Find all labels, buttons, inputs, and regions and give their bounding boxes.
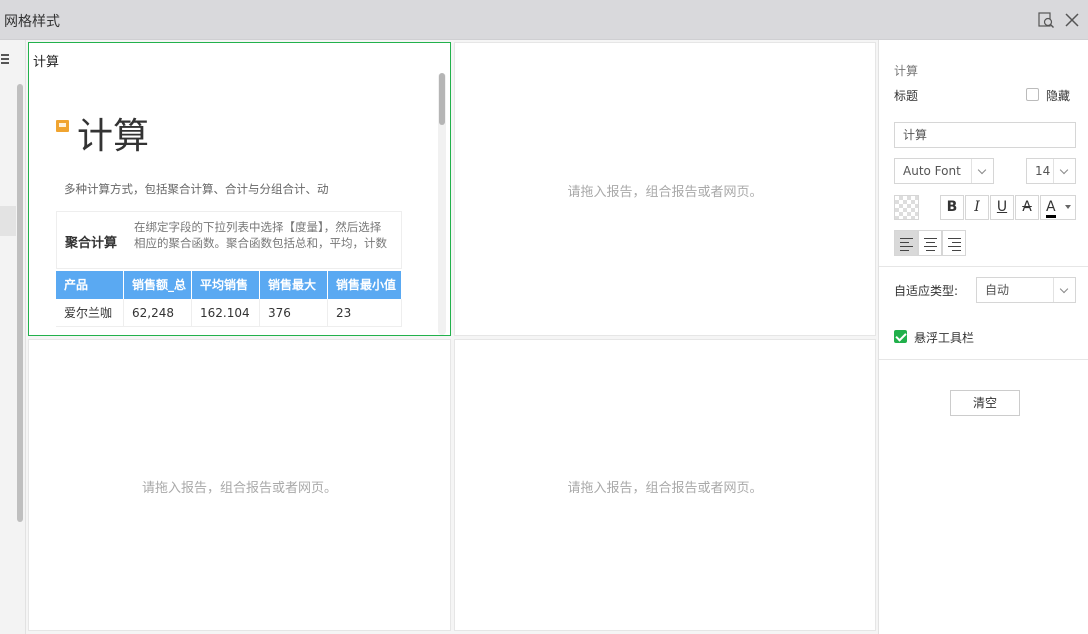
hide-label: 隐藏 <box>1046 89 1071 103</box>
sidebar-selected-item[interactable] <box>0 206 16 236</box>
adapt-type-label: 自适应类型: <box>894 284 959 298</box>
left-sidebar <box>0 40 26 634</box>
title-bar: 网格样式 <box>0 0 1088 40</box>
preview-icon[interactable] <box>1037 11 1055 29</box>
chevron-down-icon[interactable] <box>1053 159 1075 183</box>
summary-text-line: 在绑定字段的下拉列表中选择【度量】，然后选择 <box>134 220 382 234</box>
summary-label: 聚合计算 <box>65 236 118 251</box>
font-size-select[interactable]: 14 <box>1026 158 1076 184</box>
strikethrough-button[interactable]: A <box>1015 195 1039 220</box>
report-big-title: 计算 <box>77 116 150 157</box>
section-label: 计算 <box>894 64 919 78</box>
chevron-down-icon[interactable] <box>971 159 993 183</box>
underline-button[interactable]: U <box>990 195 1014 220</box>
table-cell: 62,248 <box>124 299 192 326</box>
float-toolbar-label: 悬浮工具栏 <box>914 331 975 345</box>
italic-button[interactable]: I <box>965 195 989 220</box>
properties-panel: 计算 标题 隐藏 计算 Auto Font 14 B I U A A 自适应类型… <box>878 40 1088 634</box>
table-cell: 162.104 <box>192 299 260 326</box>
column-header[interactable]: 销售最小值 <box>328 271 402 299</box>
table-cell: 爱尔兰咖 <box>56 299 124 326</box>
summary-text: 在绑定字段的下拉列表中选择【度量】，然后选择 相应的聚合函数。聚合函数包括总和，… <box>134 219 402 251</box>
close-icon[interactable] <box>1063 11 1081 29</box>
adapt-type-value: 自动 <box>985 283 1010 297</box>
chevron-down-icon[interactable] <box>1053 278 1075 302</box>
table-cell: 23 <box>328 299 402 326</box>
align-right-button[interactable] <box>942 230 966 256</box>
font-family-value: Auto Font <box>903 164 961 178</box>
chevron-down-icon <box>1065 205 1071 209</box>
cell-scrollbar[interactable] <box>439 73 445 125</box>
sidebar-scrollbar[interactable] <box>17 84 23 522</box>
menu-icon[interactable] <box>1 54 9 66</box>
grid-cell-bottom-right[interactable]: 请拖入报告，组合报告或者网页。 <box>454 339 876 631</box>
font-family-select[interactable]: Auto Font <box>894 158 994 184</box>
drop-placeholder: 请拖入报告，组合报告或者网页。 <box>567 185 763 200</box>
title-input[interactable]: 计算 <box>894 122 1076 148</box>
float-toolbar-checkbox[interactable] <box>894 330 907 343</box>
fill-color-button[interactable] <box>894 195 919 220</box>
clear-button[interactable]: 清空 <box>950 390 1020 416</box>
table-cell: 376 <box>260 299 328 326</box>
window-title: 网格样式 <box>4 14 60 30</box>
adapt-type-select[interactable]: 自动 <box>976 277 1076 303</box>
column-header[interactable]: 销售最大 <box>260 271 328 299</box>
summary-text-line: 相应的聚合函数。聚合函数包括总和，平均，计数 <box>134 236 387 250</box>
divider <box>879 266 1088 267</box>
title-label: 标题 <box>894 89 919 103</box>
grid-cell-bottom-left[interactable]: 请拖入报告，组合报告或者网页。 <box>28 339 451 631</box>
summary-box: 聚合计算 在绑定字段的下拉列表中选择【度量】，然后选择 相应的聚合函数。聚合函数… <box>56 211 402 269</box>
grid-cell-top-right[interactable]: 请拖入报告，组合报告或者网页。 <box>454 42 876 336</box>
column-header[interactable]: 销售额_总 <box>124 271 192 299</box>
hide-checkbox[interactable] <box>1026 88 1039 101</box>
grid-area: 计算 计算 多种计算方式，包括聚合计算、合计与分组合计、动 聚合计算 在绑定字段… <box>26 40 878 634</box>
bold-button[interactable]: B <box>940 195 964 220</box>
report-icon <box>56 120 69 132</box>
report-description: 多种计算方式，包括聚合计算、合计与分组合计、动 <box>64 182 329 196</box>
drop-placeholder: 请拖入报告，组合报告或者网页。 <box>567 481 763 496</box>
grid-cell-top-left[interactable]: 计算 计算 多种计算方式，包括聚合计算、合计与分组合计、动 聚合计算 在绑定字段… <box>28 42 451 336</box>
cell-title: 计算 <box>33 55 60 70</box>
data-table: 产品 销售额_总 平均销售 销售最大 销售最小值 爱尔兰咖 62,248 162… <box>56 271 402 327</box>
drop-placeholder: 请拖入报告，组合报告或者网页。 <box>141 481 337 496</box>
font-color-button[interactable]: A <box>1040 195 1076 220</box>
divider <box>879 359 1088 360</box>
table-header: 产品 销售额_总 平均销售 销售最大 销售最小值 <box>56 271 402 299</box>
column-header[interactable]: 平均销售 <box>192 271 260 299</box>
column-header[interactable]: 产品 <box>56 271 124 299</box>
font-color-icon: A <box>1046 199 1056 218</box>
font-size-value: 14 <box>1035 164 1051 178</box>
align-left-button[interactable] <box>894 230 918 256</box>
align-center-button[interactable] <box>918 230 942 256</box>
table-row: 爱尔兰咖 62,248 162.104 376 23 <box>56 299 402 327</box>
